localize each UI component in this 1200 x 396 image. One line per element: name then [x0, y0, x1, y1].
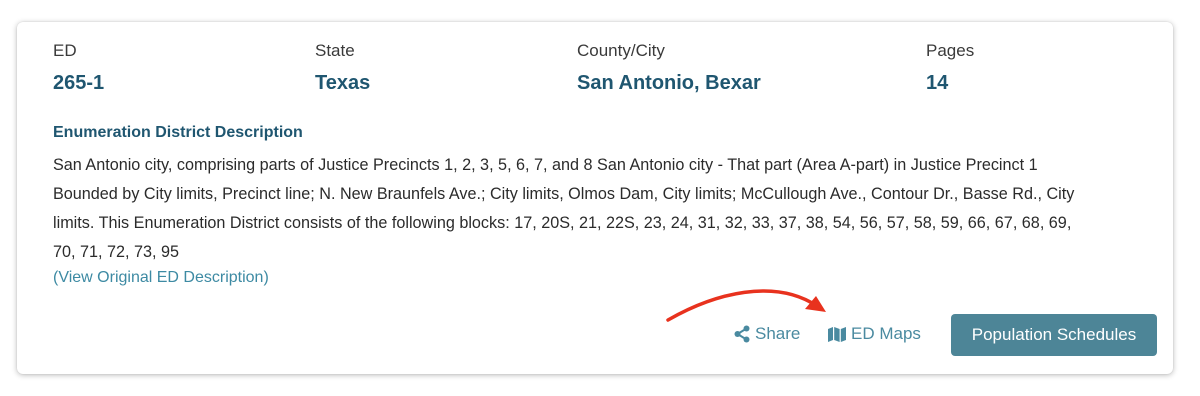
field-value-ed: 265-1 — [53, 72, 105, 94]
field-label-state: State — [315, 41, 355, 60]
field-state: State Texas — [315, 40, 370, 96]
view-original-description-link[interactable]: (View Original ED Description) — [53, 267, 269, 289]
share-icon — [734, 325, 750, 343]
field-label-county-city: County/City — [577, 41, 665, 60]
share-label: Share — [755, 324, 801, 343]
share-button[interactable]: Share — [733, 323, 800, 345]
population-schedules-button[interactable]: Population Schedules — [951, 314, 1157, 356]
field-value-pages: 14 — [926, 72, 949, 94]
ed-detail-card: ED 265-1 State Texas County/City San Ant… — [17, 22, 1173, 374]
map-icon — [828, 326, 846, 342]
ed-maps-label: ED Maps — [851, 324, 921, 343]
field-value-state: Texas — [315, 72, 371, 94]
field-county-city: County/City San Antonio, Bexar — [577, 40, 761, 96]
description-text: San Antonio city, comprising parts of Ju… — [53, 156, 1075, 261]
ed-maps-button[interactable]: ED Maps — [827, 323, 921, 345]
field-ed: ED 265-1 — [53, 40, 104, 96]
field-value-county-city: San Antonio, Bexar — [577, 72, 761, 94]
field-label-pages: Pages — [926, 41, 975, 60]
field-pages: Pages 14 — [926, 40, 974, 96]
description-heading: Enumeration District Description — [53, 124, 303, 141]
field-label-ed: ED — [53, 41, 77, 60]
